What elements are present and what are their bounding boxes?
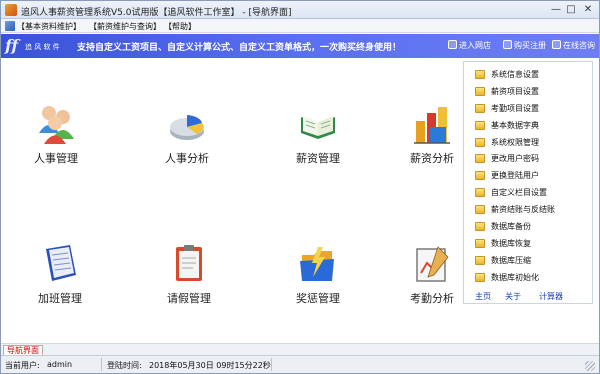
company-name: 追 风 软 件 [25, 43, 60, 51]
link-about[interactable]: 关于 [505, 291, 521, 302]
register-icon [503, 40, 512, 49]
settings-item-salary-items[interactable]: 薪资项目设置 [464, 83, 592, 100]
tile-label: 人事管理 [34, 152, 78, 165]
window-title: 追风人事薪资管理系统V5.0试用版【追风软件工作室】 - [导航界面] [21, 8, 292, 18]
tile-label: 加班管理 [38, 292, 82, 305]
menu-basic-data[interactable]: 【基本资料维护】 [17, 21, 81, 32]
folder-icon [475, 137, 485, 147]
settings-item-db-initialize[interactable]: 数据库初始化 [464, 269, 592, 286]
pie-chart-icon [170, 115, 204, 140]
settings-item-db-compress[interactable]: 数据库压缩 [464, 252, 592, 269]
settings-item-system-info[interactable]: 系统信息设置 [464, 66, 592, 83]
tile-label: 薪资管理 [296, 152, 340, 165]
notebook-icon [46, 245, 76, 281]
menu-app-icon [5, 21, 15, 31]
folder-icon [475, 272, 485, 282]
tile-label: 请假管理 [167, 292, 211, 305]
link-shop[interactable]: 进入网店 [448, 40, 491, 51]
link-chat[interactable]: 在线咨询 [552, 40, 595, 51]
menu-salary[interactable]: 【薪资维护与查询】 [89, 21, 161, 32]
tile-personnel-management[interactable]: 人事管理 [11, 103, 101, 179]
link-home[interactable]: 主页 [475, 291, 491, 302]
app-logo-icon [5, 4, 17, 16]
folder-icon [300, 247, 334, 281]
settings-item-db-backup[interactable]: 数据库备份 [464, 218, 592, 235]
close-button[interactable]: ✕ [579, 3, 597, 17]
tile-label: 奖惩管理 [296, 292, 340, 305]
folder-icon [475, 103, 485, 113]
settings-item-switch-user[interactable]: 更换登陆用户 [464, 167, 592, 184]
banner: ff 追 风 软 件 支持自定义工资项目、自定义计算公式、自定义工资单格式，一次… [1, 34, 599, 58]
system-settings-panel: 系统信息设置 薪资项目设置 考勤项目设置 基本数据字典 系统权限管理 更改用户密… [463, 61, 593, 304]
chat-icon [552, 40, 561, 49]
settings-item-change-password[interactable]: 更改用户密码 [464, 150, 592, 167]
drawing-icon [416, 246, 449, 282]
menu-help[interactable]: 【帮助】 [164, 21, 196, 32]
tile-overtime-management[interactable]: 加班管理 [15, 243, 105, 319]
tab-strip: 导航界面 [1, 343, 599, 356]
settings-item-permissions[interactable]: 系统权限管理 [464, 134, 592, 151]
bar-chart-icon [414, 107, 450, 144]
tile-label: 人事分析 [165, 152, 209, 165]
resize-grip-icon[interactable] [585, 361, 595, 371]
folder-icon [475, 86, 485, 96]
title-bar[interactable]: 追风人事薪资管理系统V5.0试用版【追风软件工作室】 - [导航界面] — □ … [1, 1, 599, 19]
minimize-button[interactable]: — [549, 3, 563, 17]
shop-icon [448, 40, 457, 49]
current-user-value: admin [47, 360, 73, 369]
settings-item-custom-columns[interactable]: 自定义栏目设置 [464, 184, 592, 201]
folder-icon [475, 255, 485, 265]
menu-bar: 【基本资料维护】 【薪资维护与查询】 【帮助】 [1, 19, 599, 33]
settings-list: 系统信息设置 薪资项目设置 考勤项目设置 基本数据字典 系统权限管理 更改用户密… [464, 66, 592, 286]
clipboard-icon [176, 245, 202, 281]
settings-item-db-restore[interactable]: 数据库恢复 [464, 235, 592, 252]
maximize-button[interactable]: □ [564, 3, 578, 17]
status-divider [101, 358, 102, 371]
folder-icon [475, 222, 485, 232]
settings-item-salary-closing[interactable]: 薪资结账与反结账 [464, 201, 592, 218]
login-time-value: 2018年05月30日 09时15分22秒 [149, 361, 271, 370]
current-user-label: 当前用户: [5, 361, 40, 370]
tile-leave-management[interactable]: 请假管理 [144, 243, 234, 319]
folder-icon [475, 120, 485, 130]
company-logo: ff [5, 36, 19, 55]
tile-salary-management[interactable]: 薪资管理 [273, 103, 363, 179]
folder-icon [475, 188, 485, 198]
link-register[interactable]: 购买注册 [503, 40, 546, 51]
folder-icon [475, 171, 485, 181]
banner-slogan: 支持自定义工资项目、自定义计算公式、自定义工资单格式，一次购买终身使用！ [77, 43, 402, 53]
settings-item-data-dictionary[interactable]: 基本数据字典 [464, 117, 592, 134]
app-window: 追风人事薪资管理系统V5.0试用版【追风软件工作室】 - [导航界面] — □ … [0, 0, 600, 374]
status-divider [271, 358, 272, 371]
people-icon [39, 106, 74, 144]
folder-icon [475, 238, 485, 248]
folder-icon [475, 154, 485, 164]
ledger-book-icon [301, 116, 335, 139]
login-time-label: 登陆时间: [107, 361, 142, 370]
settings-item-attendance-items[interactable]: 考勤项目设置 [464, 100, 592, 117]
tile-personnel-analysis[interactable]: 人事分析 [142, 103, 232, 179]
tile-reward-punishment[interactable]: 奖惩管理 [273, 243, 363, 319]
link-calculator[interactable]: 计算器 [539, 291, 563, 302]
folder-icon [475, 205, 485, 215]
status-bar: 当前用户: admin 登陆时间: 2018年05月30日 09时15分22秒 [1, 355, 599, 373]
folder-icon [475, 70, 485, 79]
